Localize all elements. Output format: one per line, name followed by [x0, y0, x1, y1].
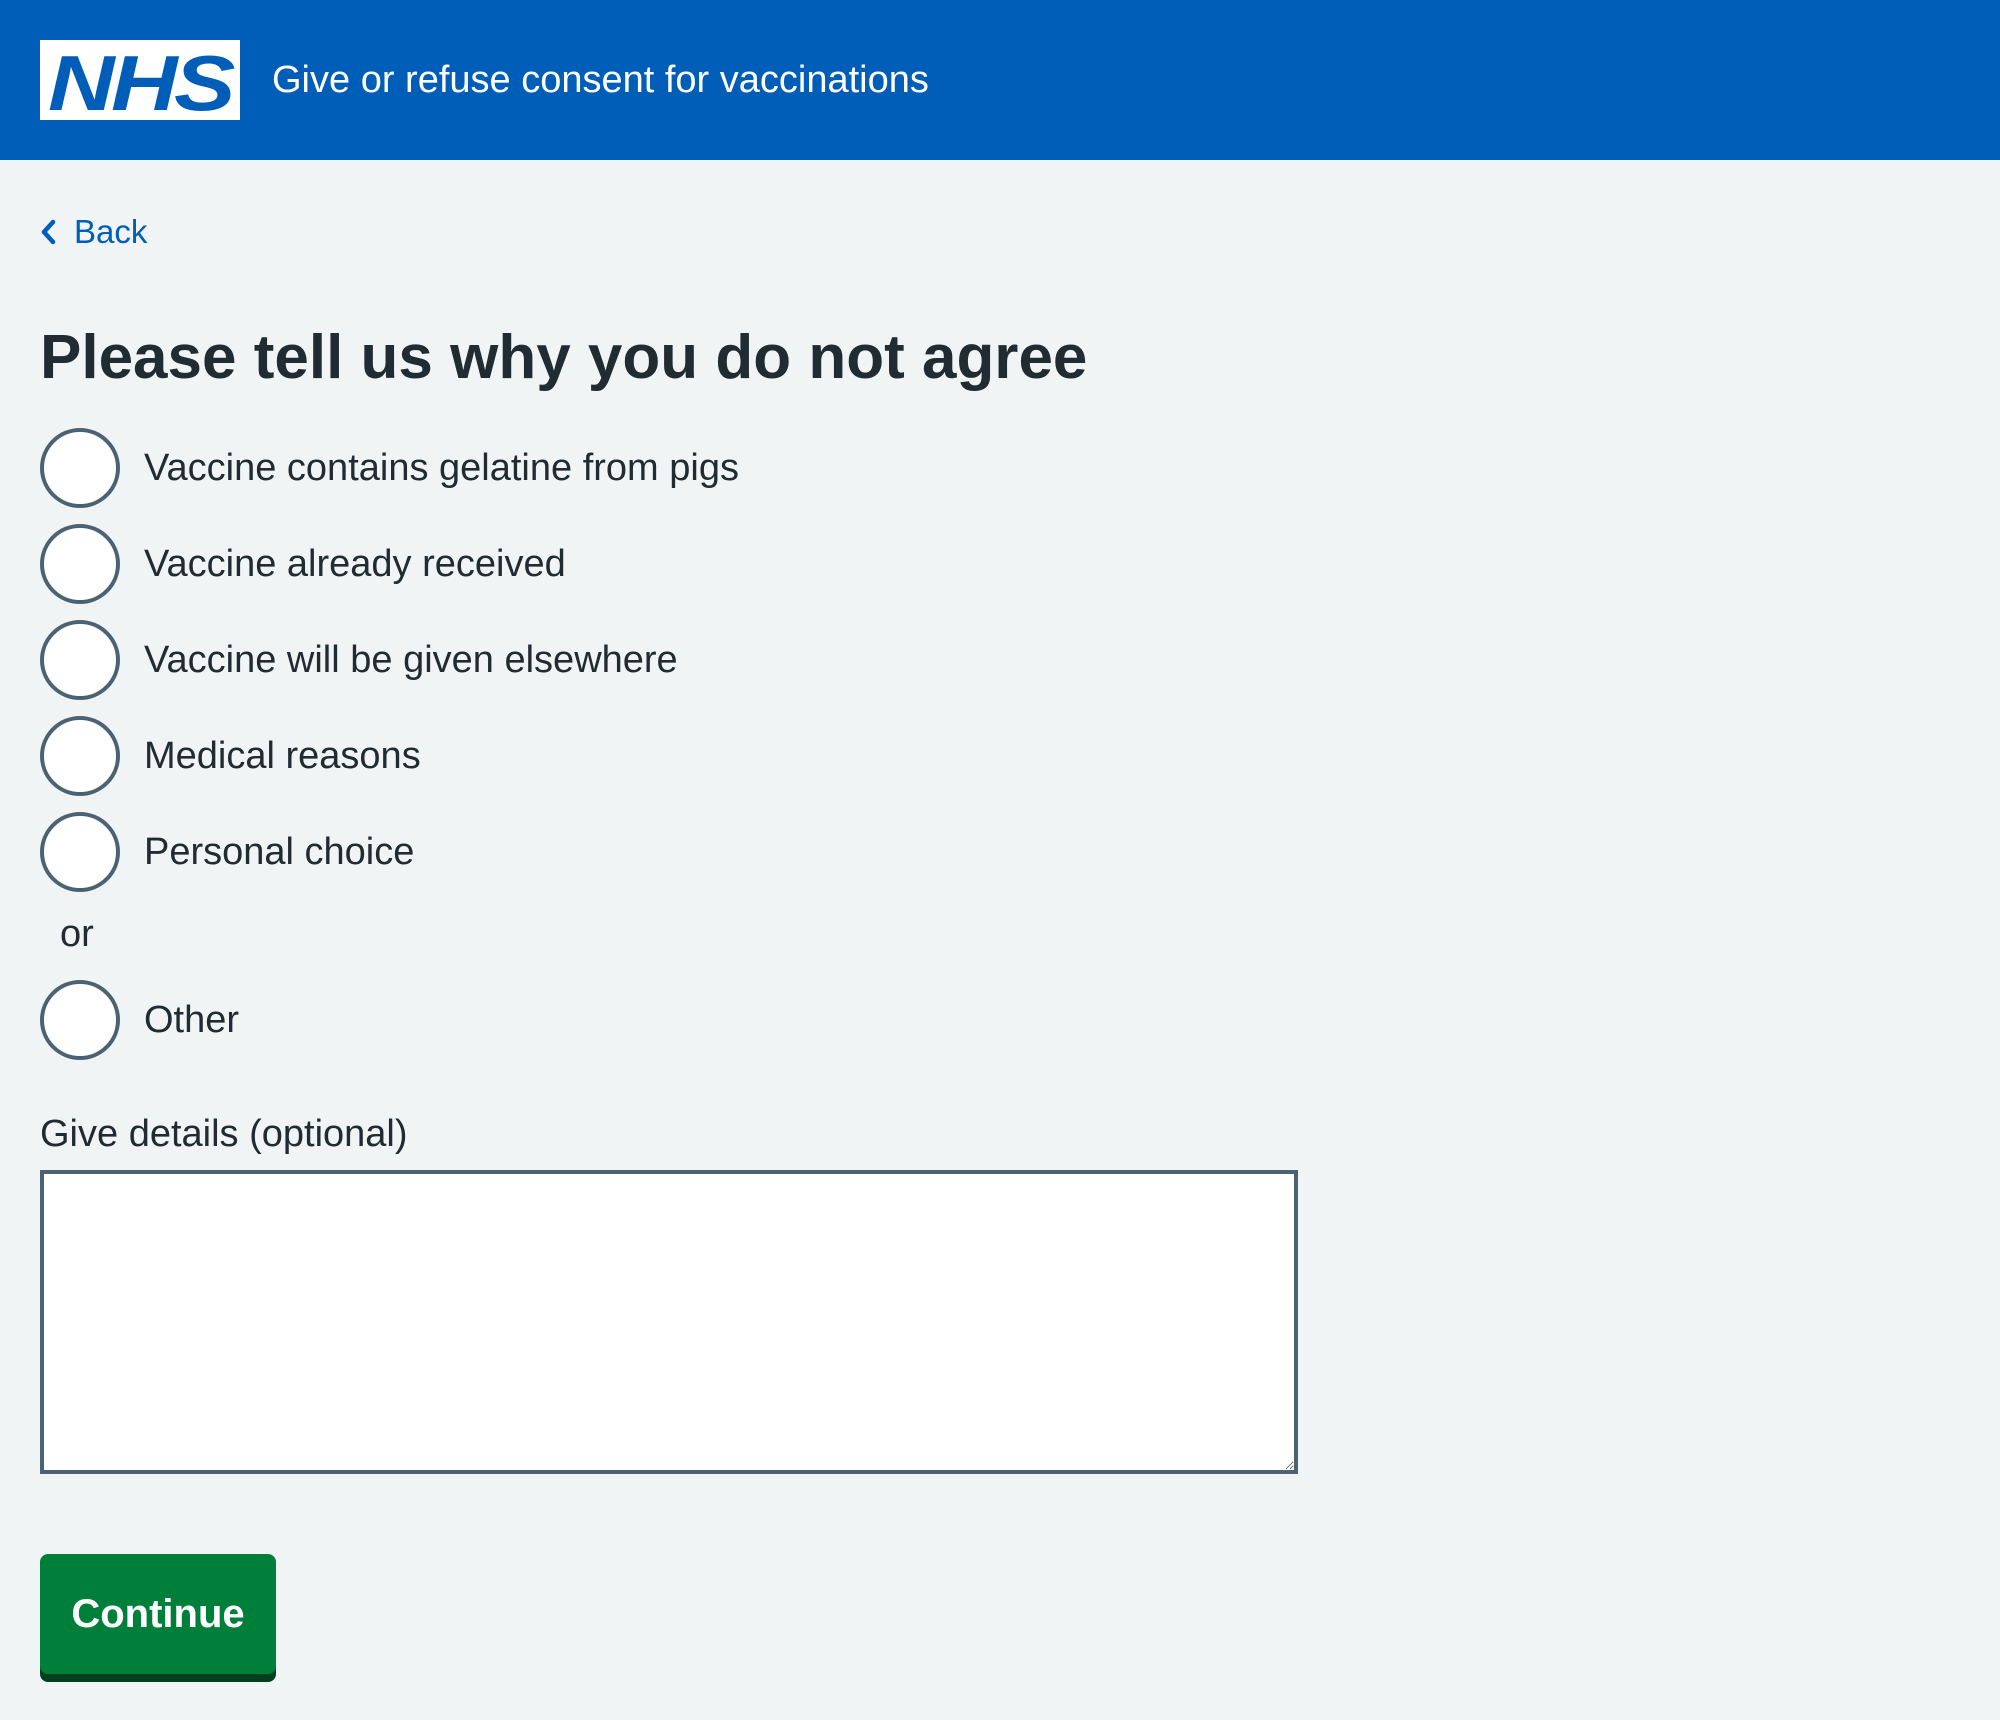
radio-option-label[interactable]: Vaccine will be given elsewhere — [144, 636, 678, 684]
radio-button[interactable] — [40, 716, 120, 796]
radio-button[interactable] — [40, 812, 120, 892]
radio-option-label[interactable]: Medical reasons — [144, 732, 421, 780]
page-title: Please tell us why you do not agree — [40, 323, 1088, 392]
radio-option-given-elsewhere[interactable]: Vaccine will be given elsewhere — [40, 620, 678, 700]
radio-button[interactable] — [40, 620, 120, 700]
radio-button[interactable] — [40, 524, 120, 604]
radio-option-other[interactable]: Other — [40, 980, 239, 1060]
radio-option-label[interactable]: Other — [144, 996, 239, 1044]
back-link-label: Back — [74, 213, 148, 250]
radio-option-label[interactable]: Vaccine already received — [144, 540, 566, 588]
radio-button[interactable] — [40, 428, 120, 508]
radio-option-label[interactable]: Personal choice — [144, 828, 414, 876]
radio-option-personal-choice[interactable]: Personal choice — [40, 812, 414, 892]
radio-option-label[interactable]: Vaccine contains gelatine from pigs — [144, 444, 739, 492]
continue-button[interactable]: Continue — [40, 1554, 276, 1674]
radio-option-gelatine[interactable]: Vaccine contains gelatine from pigs — [40, 428, 739, 508]
radio-button[interactable] — [40, 980, 120, 1060]
nhs-logo[interactable]: NHS — [40, 40, 240, 120]
site-header: NHS Give or refuse consent for vaccinati… — [0, 0, 2000, 160]
radio-divider-or: or — [60, 913, 94, 955]
chevron-left-icon — [41, 219, 56, 245]
details-textarea[interactable] — [40, 1170, 1298, 1474]
radio-option-already-received[interactable]: Vaccine already received — [40, 524, 566, 604]
back-link[interactable]: Back — [38, 210, 147, 254]
radio-option-medical-reasons[interactable]: Medical reasons — [40, 716, 421, 796]
service-name[interactable]: Give or refuse consent for vaccinations — [272, 54, 929, 106]
details-label: Give details (optional) — [40, 1113, 408, 1155]
svg-text:NHS: NHS — [48, 40, 236, 120]
